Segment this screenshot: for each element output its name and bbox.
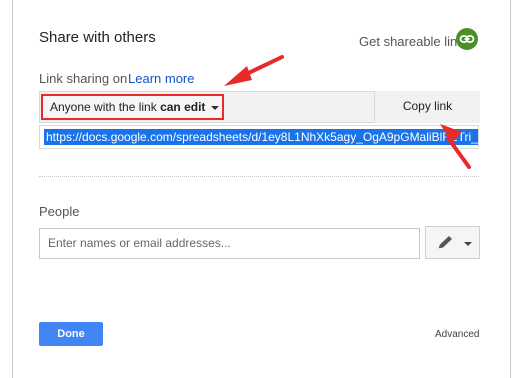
annotation-arrow-1 xyxy=(224,55,284,86)
annotation-overlay xyxy=(224,55,471,169)
annotation-arrow-2 xyxy=(440,124,471,169)
